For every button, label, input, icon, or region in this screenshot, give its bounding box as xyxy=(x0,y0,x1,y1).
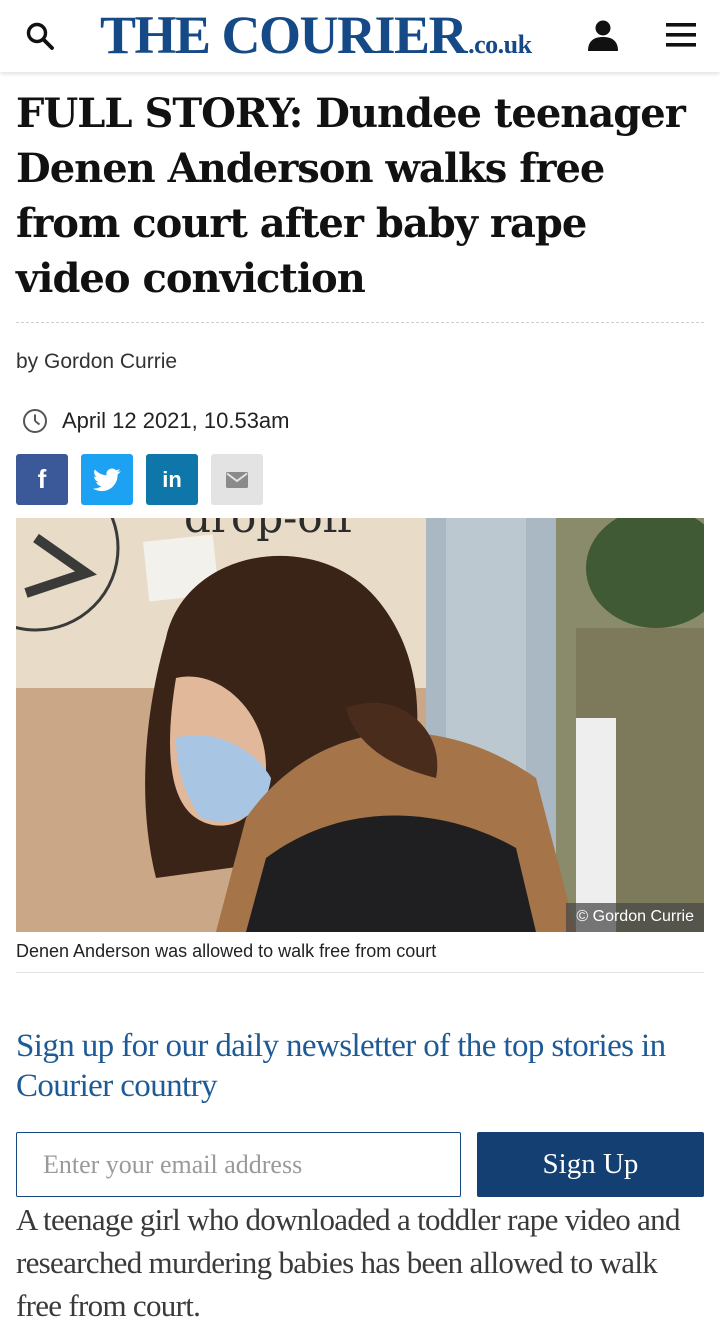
article-photo[interactable]: drop-off © Gordon Currie xyxy=(16,518,704,932)
mail-icon xyxy=(226,471,248,488)
divider xyxy=(16,322,704,323)
divider xyxy=(16,972,704,973)
top-bar: THE COURIER .co.uk xyxy=(0,0,720,72)
site-logo[interactable]: THE COURIER .co.uk xyxy=(100,6,550,64)
facebook-icon: f xyxy=(37,464,47,494)
menu-icon xyxy=(666,23,696,47)
share-linkedin-button[interactable]: in xyxy=(146,454,198,505)
twitter-bird-icon xyxy=(93,467,121,491)
user-icon xyxy=(588,20,618,51)
logo-domain: .co.uk xyxy=(468,30,532,59)
share-twitter-button[interactable] xyxy=(81,454,133,505)
logo-text: THE COURIER xyxy=(100,5,468,65)
article-headline: FULL STORY: Dundee teenager Denen Anders… xyxy=(16,90,686,302)
photo-illustration: drop-off xyxy=(16,518,704,932)
article-date: April 12 2021, 10.53am xyxy=(22,406,290,436)
newsletter-email-input[interactable] xyxy=(16,1132,461,1197)
newsletter-signup-button[interactable]: Sign Up xyxy=(477,1132,704,1197)
article-lede: A teenage girl who downloaded a toddler … xyxy=(16,1202,680,1323)
menu-button[interactable] xyxy=(658,12,704,58)
share-email-button[interactable] xyxy=(211,454,263,505)
date-text: April 12 2021, 10.53am xyxy=(62,408,290,433)
newsletter-title: Sign up for our daily newsletter of the … xyxy=(16,1028,666,1104)
search-button[interactable] xyxy=(18,14,62,58)
clock-icon xyxy=(23,409,47,433)
article-byline[interactable]: by Gordon Currie xyxy=(16,350,177,374)
account-button[interactable] xyxy=(580,12,626,58)
photo-credit: © Gordon Currie xyxy=(566,903,704,932)
search-icon xyxy=(26,22,54,50)
photo-caption: Denen Anderson was allowed to walk free … xyxy=(16,941,437,961)
share-facebook-button[interactable]: f xyxy=(16,454,68,505)
linkedin-icon: in xyxy=(162,466,182,492)
